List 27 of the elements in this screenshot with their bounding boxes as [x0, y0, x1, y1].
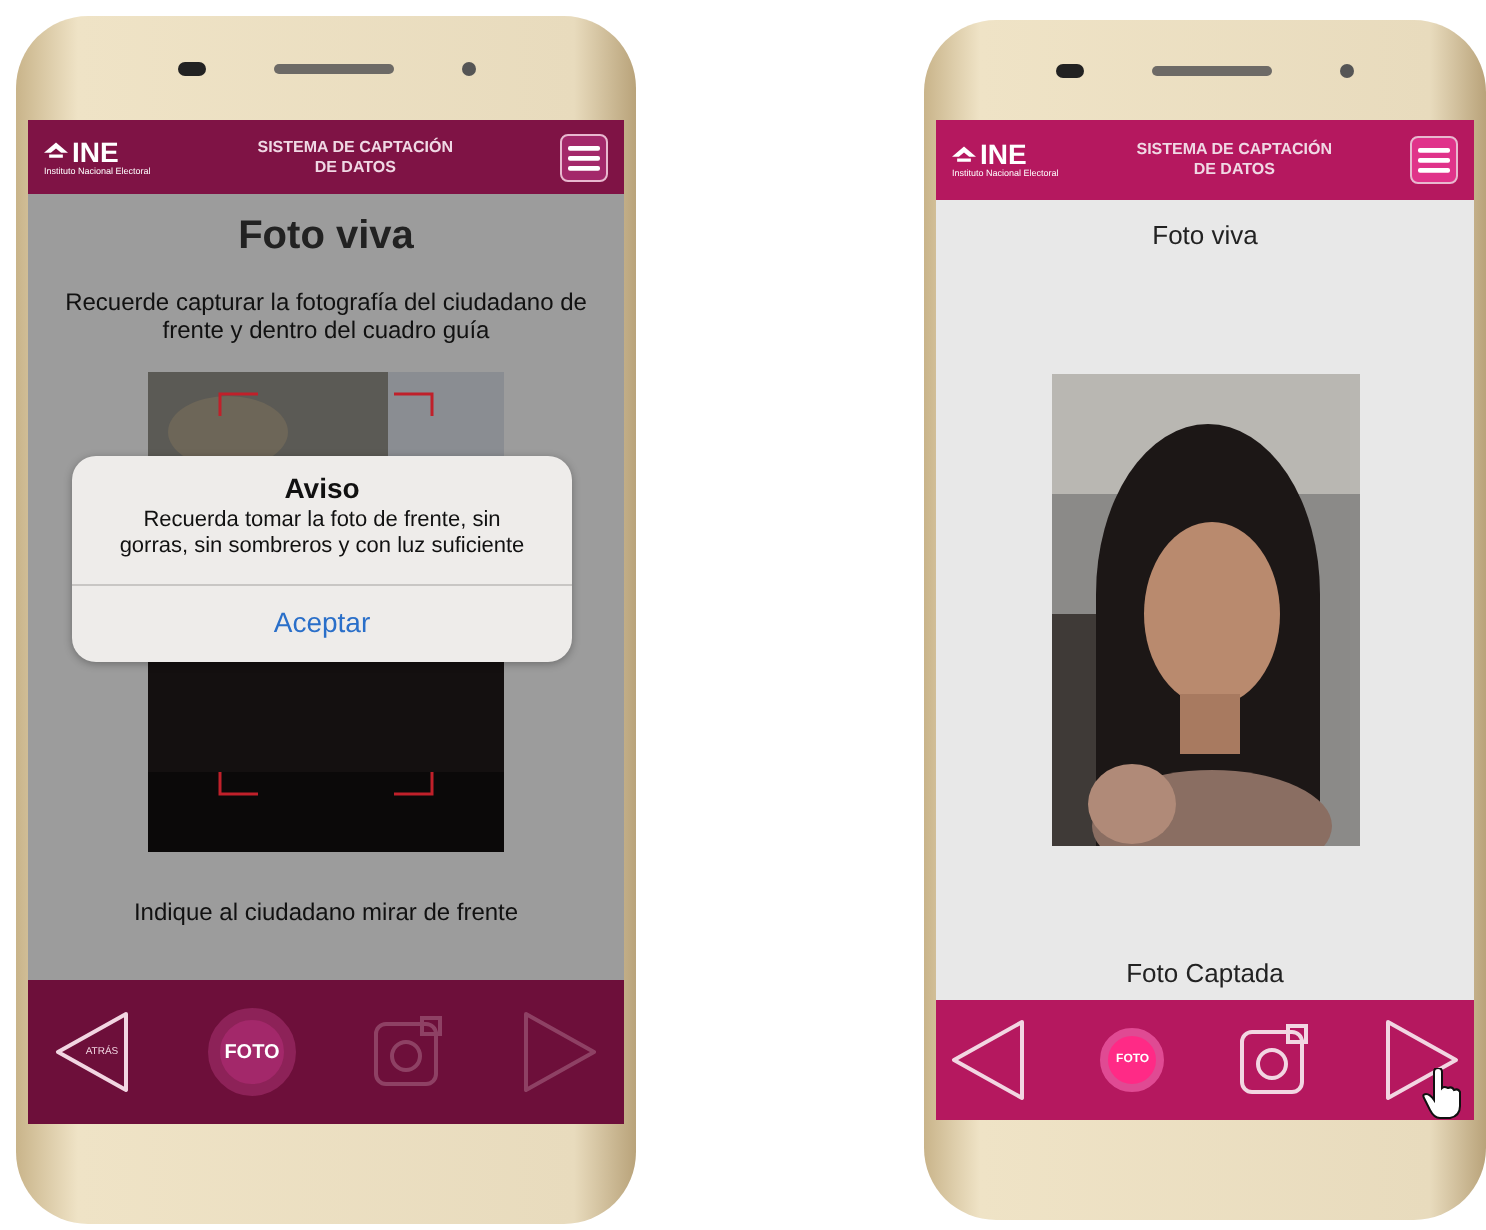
sensor-dot [461, 61, 475, 75]
logo-icon [44, 142, 68, 160]
accept-button[interactable]: Aceptar [72, 584, 572, 662]
screen-heading: Foto viva [1152, 220, 1258, 250]
logo-icon [952, 145, 976, 163]
menu-icon [568, 143, 600, 171]
menu-icon [1418, 146, 1450, 174]
speaker-grille [1152, 65, 1272, 75]
menu-button[interactable] [560, 133, 608, 181]
back-button[interactable] [948, 1016, 1028, 1104]
camera-icon[interactable] [1237, 1024, 1310, 1096]
logo-text: INE [72, 137, 119, 165]
photo-caption: Foto Captada [1126, 958, 1284, 988]
screen-heading: Foto viva [238, 214, 414, 260]
speaker-grille [273, 63, 393, 73]
sensor-dot [1340, 63, 1354, 77]
camera-lens [177, 61, 205, 75]
instruction-text: Recuerde capturar la fotografía del ciudadano de frente y dentro del cuadro guía [64, 288, 588, 344]
camera-lens [1056, 63, 1084, 77]
app-title: SISTEMA DE CAPTACIÓN DE DATOS [1134, 140, 1335, 180]
dialog-message: Recuerda tomar la foto de frente, sin gorras, sin sombreros y con luz suficiente [117, 508, 527, 560]
dialog-title: Aviso [284, 472, 360, 504]
logo-text: INE [980, 140, 1027, 168]
instruction-text: Indique al ciudadano mirar de frente [133, 898, 519, 926]
app-title: SISTEMA DE CAPTACIÓN DE DATOS [255, 137, 456, 177]
menu-button[interactable] [1410, 136, 1458, 184]
photo-button[interactable]: FOTO [208, 1008, 296, 1096]
